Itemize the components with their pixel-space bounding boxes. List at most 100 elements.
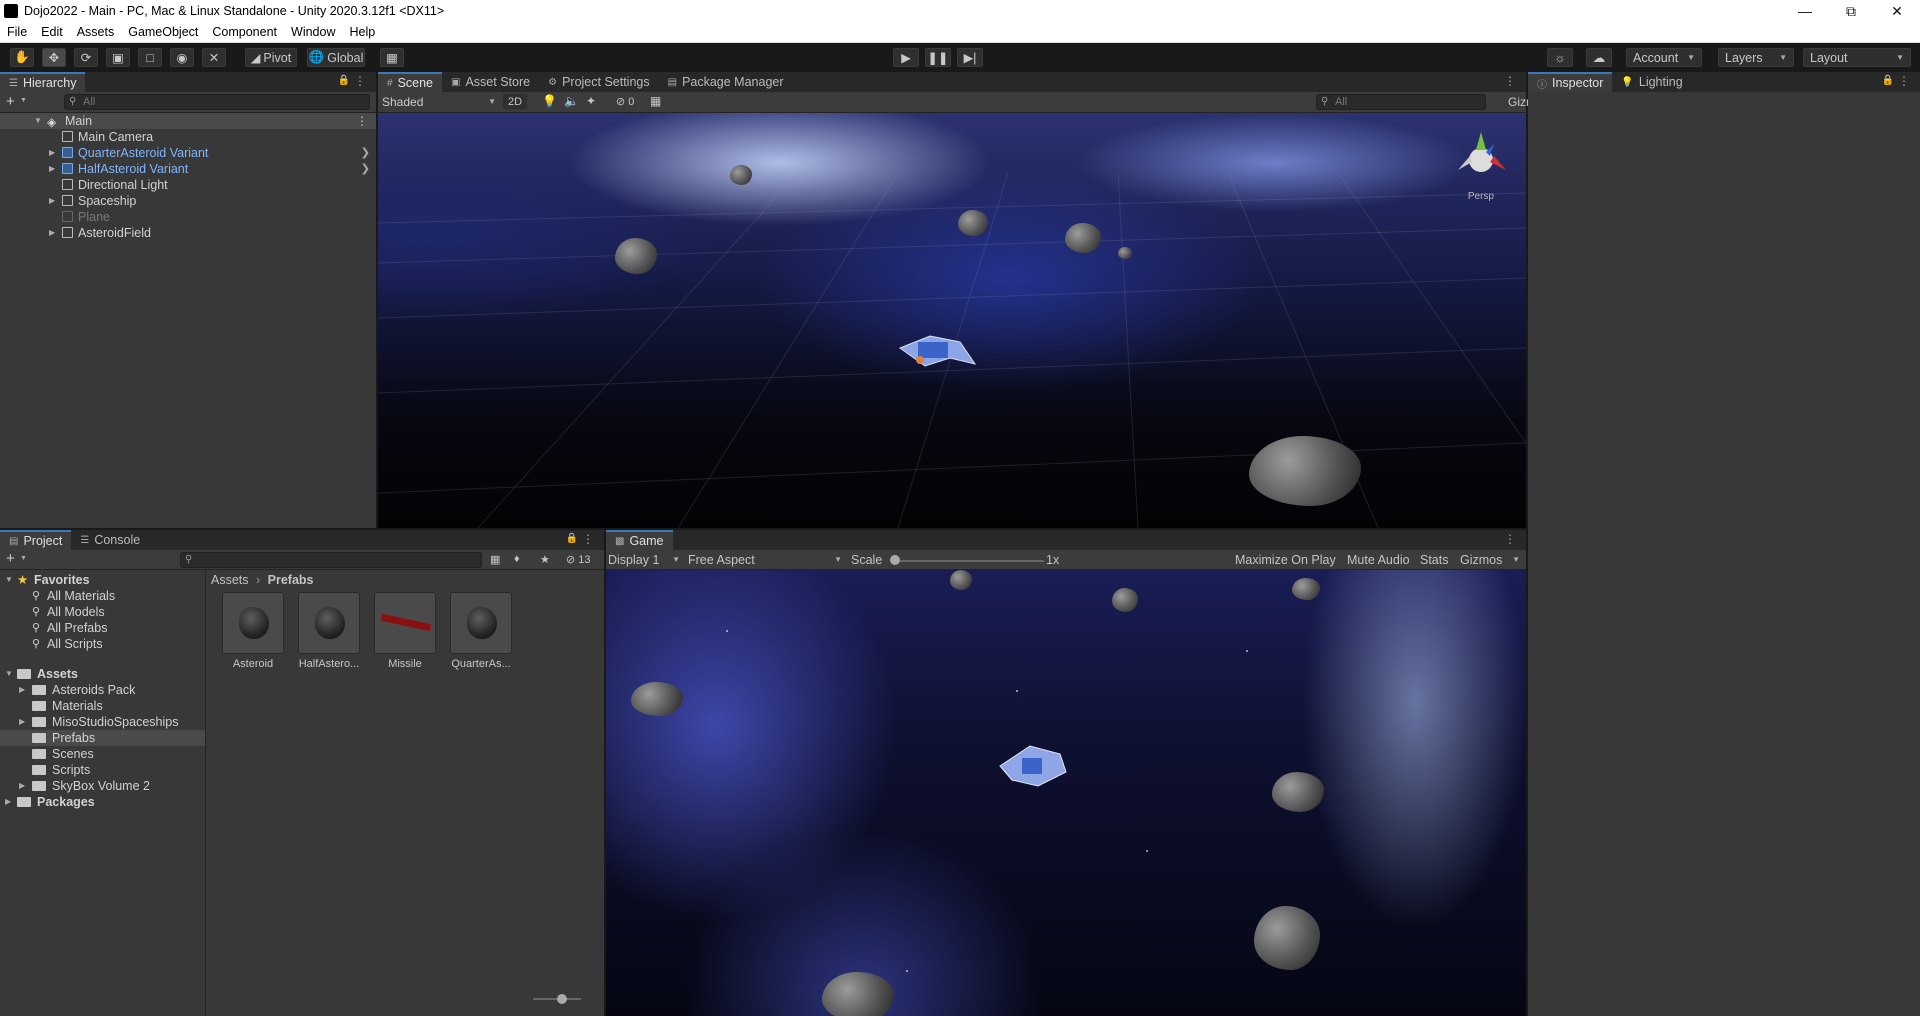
custom-tool-icon[interactable]: ✕ xyxy=(202,48,226,67)
more-options-icon[interactable]: ⋮ xyxy=(1898,74,1910,88)
hierarchy-item[interactable]: Main Camera xyxy=(0,129,376,145)
breadcrumb-prefabs[interactable]: Prefabs xyxy=(268,573,314,587)
lock-icon[interactable]: 🔒 xyxy=(338,75,350,86)
assets-header[interactable]: ▼ Assets xyxy=(0,666,205,682)
favorites-item[interactable]: ⚲ All Models xyxy=(0,604,205,620)
move-tool-icon[interactable]: ✥ xyxy=(42,48,66,67)
tab-game[interactable]: ▩ Game xyxy=(606,530,673,550)
assets-folder[interactable]: Scripts xyxy=(0,762,205,778)
grid-toggle-icon[interactable]: ▦ xyxy=(650,94,661,108)
menu-gameobject[interactable]: GameObject xyxy=(121,25,205,39)
chevron-right-icon[interactable]: ❯ xyxy=(361,145,370,161)
more-options-icon[interactable]: ⋮ xyxy=(354,74,366,88)
chevron-down-icon[interactable]: ▼ xyxy=(20,555,27,562)
expand-arrow-icon[interactable]: ▶ xyxy=(19,682,25,698)
expand-arrow-icon[interactable]: ▶ xyxy=(19,778,25,794)
lock-icon[interactable]: 🔒 xyxy=(1882,75,1894,86)
more-options-icon[interactable]: ⋮ xyxy=(1504,532,1516,546)
hierarchy-search-input[interactable]: ⚲ All xyxy=(64,94,370,110)
asset-thumbnail-missile[interactable] xyxy=(374,592,436,654)
restore-button[interactable]: ⧉ xyxy=(1828,0,1874,22)
pivot-toggle[interactable]: ◢ Pivot xyxy=(245,48,297,67)
tab-console[interactable]: ☰ Console xyxy=(71,530,149,550)
scale-slider-handle[interactable] xyxy=(890,555,900,565)
hierarchy-item[interactable]: Plane xyxy=(0,209,376,225)
expand-arrow-icon[interactable]: ▶ xyxy=(49,193,55,209)
hierarchy-item[interactable]: ▶ HalfAsteroid Variant ❯ xyxy=(0,161,376,177)
tab-hierarchy[interactable]: ☰ Hierarchy xyxy=(0,72,86,92)
collab-icon[interactable]: ☼ xyxy=(1547,48,1573,67)
lighting-bulb-icon[interactable]: 💡 xyxy=(542,94,557,108)
favorites-item[interactable]: ⚲ All Materials xyxy=(0,588,205,604)
expand-arrow-icon[interactable]: ▼ xyxy=(5,572,13,588)
cloud-icon[interactable]: ☁ xyxy=(1586,48,1612,67)
layers-dropdown[interactable]: Layers ▼ xyxy=(1718,48,1794,67)
menu-file[interactable]: File xyxy=(0,25,34,39)
add-icon[interactable]: + xyxy=(6,550,15,567)
mute-audio-toggle[interactable]: Mute Audio xyxy=(1347,552,1410,568)
expand-arrow-icon[interactable]: ▶ xyxy=(49,161,55,177)
audio-speaker-icon[interactable]: 🔈 xyxy=(564,94,579,108)
hierarchy-item[interactable]: ▶ AsteroidField xyxy=(0,225,376,241)
asset-thumbnail-quarterasteroid[interactable] xyxy=(450,592,512,654)
rotate-tool-icon[interactable]: ⟳ xyxy=(74,48,98,67)
grid-snap-icon[interactable]: ▦ xyxy=(380,48,404,67)
stats-toggle[interactable]: Stats xyxy=(1420,552,1449,568)
account-dropdown[interactable]: Account ▼ xyxy=(1626,48,1702,67)
scale-tool-icon[interactable]: ▣ xyxy=(106,48,130,67)
breadcrumb-assets[interactable]: Assets xyxy=(211,573,249,587)
star-icon[interactable]: ★ xyxy=(540,553,550,566)
expand-arrow-icon[interactable]: ▼ xyxy=(34,113,42,129)
filter-type-icon[interactable]: ▦ xyxy=(490,553,500,566)
menu-window[interactable]: Window xyxy=(284,25,342,39)
effects-icon[interactable]: ✦ xyxy=(586,94,596,108)
asset-thumbnail-halfasteroid[interactable] xyxy=(298,592,360,654)
step-button[interactable]: ▶| xyxy=(957,48,983,67)
scene-search-input[interactable]: ⚲ All xyxy=(1316,94,1486,110)
more-options-icon[interactable]: ⋮ xyxy=(582,532,594,546)
label-tag-icon[interactable]: ♦ xyxy=(514,553,520,565)
project-search-input[interactable]: ⚲ xyxy=(180,552,482,568)
play-button[interactable]: ▶ xyxy=(893,48,919,67)
close-button[interactable]: ✕ xyxy=(1874,0,1920,22)
expand-arrow-icon[interactable]: ▶ xyxy=(49,145,55,161)
menu-help[interactable]: Help xyxy=(342,25,382,39)
transform-tool-icon[interactable]: ◉ xyxy=(170,48,194,67)
favorites-item[interactable]: ⚲ All Scripts xyxy=(0,636,205,652)
pause-button[interactable]: ❚❚ xyxy=(925,48,951,67)
persp-label[interactable]: Persp xyxy=(1468,191,1494,202)
aspect-dropdown[interactable]: Free Aspect ▼ xyxy=(688,552,844,568)
expand-arrow-icon[interactable]: ▶ xyxy=(19,714,25,730)
scene-root-row[interactable]: ▼ ◈ Main ⋮ xyxy=(0,113,376,129)
tab-project[interactable]: ▤ Project xyxy=(0,530,72,550)
rect-tool-icon[interactable]: □ xyxy=(138,48,162,67)
assets-folder[interactable]: ▶ SkyBox Volume 2 xyxy=(0,778,205,794)
hidden-objects-icon[interactable]: ⊘ 0 xyxy=(616,95,634,108)
assets-folder[interactable]: ▶ MisoStudioSpaceships xyxy=(0,714,205,730)
assets-folder[interactable]: Materials xyxy=(0,698,205,714)
tab-package-manager[interactable]: ▤ Package Manager xyxy=(659,72,793,92)
layout-dropdown[interactable]: Layout ▼ xyxy=(1803,48,1911,67)
hand-tool-icon[interactable]: ✋ xyxy=(10,48,34,67)
packages-header[interactable]: ▶ Packages xyxy=(0,794,205,810)
assets-folder[interactable]: ▶ Asteroids Pack xyxy=(0,682,205,698)
tab-project-settings[interactable]: ⚙ Project Settings xyxy=(539,72,659,92)
expand-arrow-icon[interactable]: ▼ xyxy=(5,666,13,682)
hierarchy-item[interactable]: ▶ QuarterAsteroid Variant ❯ xyxy=(0,145,376,161)
chevron-right-icon[interactable]: ❯ xyxy=(361,161,370,177)
hidden-packages-icon[interactable]: ⊘ 13 xyxy=(566,553,591,566)
favorites-item[interactable]: ⚲ All Prefabs xyxy=(0,620,205,636)
lock-icon[interactable]: 🔒 xyxy=(566,533,578,544)
menu-assets[interactable]: Assets xyxy=(70,25,122,39)
game-viewport[interactable] xyxy=(606,570,1526,1016)
tab-lighting[interactable]: 💡 Lighting xyxy=(1612,72,1691,92)
shading-mode-dropdown[interactable]: Shaded ▼ xyxy=(382,94,498,110)
assets-folder[interactable]: Scenes xyxy=(0,746,205,762)
2d-toggle[interactable]: 2D xyxy=(502,93,528,110)
chevron-down-icon[interactable]: ▼ xyxy=(20,97,27,104)
assets-folder-selected[interactable]: Prefabs xyxy=(0,730,205,746)
expand-arrow-icon[interactable]: ▶ xyxy=(49,225,55,241)
more-options-icon[interactable]: ⋮ xyxy=(356,113,368,129)
menu-component[interactable]: Component xyxy=(205,25,284,39)
tab-asset-store[interactable]: ▣ Asset Store xyxy=(442,72,539,92)
